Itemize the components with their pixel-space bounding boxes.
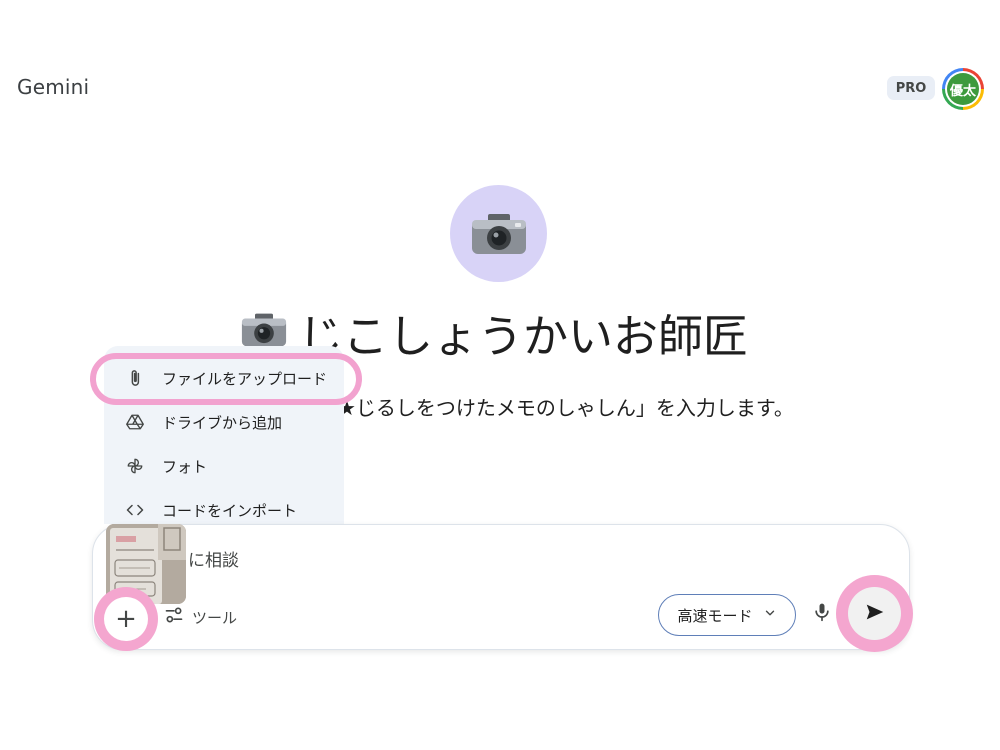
upload-menu: ファイルをアップロード ドライブから追加 フォト コードをインポート [104,346,344,524]
tools-sliders-icon [164,605,184,629]
mode-select[interactable]: 高速モード [658,594,796,636]
mode-label: 高速モード [677,606,753,625]
google-drive-icon [124,411,146,433]
tools-label: ツール [192,608,238,627]
gem-description: ★じるしをつけたメモのしゃしん」を入力します。 [338,396,794,420]
menu-item-label: コードをインポート [162,501,298,520]
avatar-initials: 優太 [947,73,979,105]
chevron-down-icon [763,606,777,624]
microphone-icon [812,601,832,627]
send-arrow-icon [864,601,886,627]
tools-button[interactable]: ツール [164,601,237,633]
microphone-button[interactable] [808,600,836,628]
plus-icon: + [115,604,137,634]
menu-item-label: フォト [162,457,208,476]
avatar[interactable]: 優太 [942,68,984,110]
menu-item-label: ドライブから追加 [162,413,283,432]
menu-item-drive[interactable]: ドライブから追加 [104,402,344,442]
pro-badge: PRO [887,76,935,100]
prompt-input[interactable] [188,546,588,576]
add-attachment-button[interactable]: + [104,597,148,641]
gem-camera-icon [450,185,547,282]
pinwheel-photos-icon [124,455,146,477]
paperclip-icon [124,367,146,389]
code-brackets-icon [124,499,146,521]
menu-item-upload-file[interactable]: ファイルをアップロード [104,358,344,398]
send-button[interactable] [848,587,901,640]
menu-item-import-code[interactable]: コードをインポート [104,490,344,524]
app-title[interactable]: Gemini [17,75,89,99]
gem-name: じこしょうかいお師匠 [298,309,749,363]
menu-item-label: ファイルをアップロード [162,369,328,388]
menu-item-photos[interactable]: フォト [104,446,344,486]
